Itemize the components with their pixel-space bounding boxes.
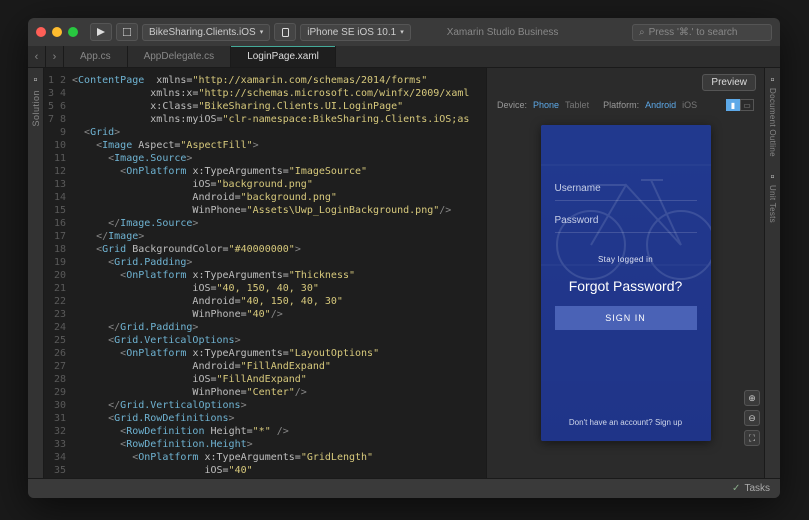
- search-icon: ⌕: [639, 27, 645, 38]
- orientation-portrait-icon[interactable]: ▮: [726, 99, 740, 111]
- zoom-in-button[interactable]: ⊕: [744, 390, 760, 406]
- edition-label: Xamarin Studio Business: [441, 27, 565, 38]
- preview-button[interactable]: Preview: [702, 74, 756, 91]
- preview-options: Device: Phone Tablet Platform: Android i…: [487, 97, 764, 117]
- stay-logged-label[interactable]: Stay logged in: [555, 255, 697, 264]
- doc-outline-icon[interactable]: ▫: [771, 74, 775, 86]
- solution-pad-icon: ▫: [34, 74, 38, 86]
- device-label: Device:: [497, 100, 527, 110]
- username-field[interactable]: Username: [555, 177, 697, 201]
- search-box[interactable]: ⌕ Press '⌘.' to search: [632, 24, 772, 41]
- titlebar: BikeSharing.Clients.iOS ▾ iPhone SE iOS …: [28, 18, 780, 46]
- window-controls: [36, 27, 78, 37]
- sign-in-button[interactable]: SIGN IN: [555, 306, 697, 330]
- statusbar: Tasks: [28, 478, 780, 498]
- file-tab-loginpage[interactable]: LoginPage.xaml: [231, 46, 336, 67]
- unit-tests-label[interactable]: Unit Tests: [768, 185, 777, 223]
- device-type-button[interactable]: [274, 23, 296, 41]
- left-rail[interactable]: ▫ Solution: [28, 68, 44, 478]
- doc-outline-label[interactable]: Document Outline: [768, 88, 777, 157]
- target-label: iPhone SE iOS 10.1: [307, 27, 396, 38]
- chevron-down-icon: ▾: [400, 28, 404, 36]
- zoom-controls: ⊕ ⊖ ⛶: [744, 390, 760, 446]
- platform-android[interactable]: Android: [645, 100, 676, 110]
- config-button[interactable]: [116, 23, 138, 41]
- code-editor[interactable]: 1 2 3 4 5 6 7 8 9 10 11 12 13 14 15 16 1…: [44, 68, 486, 478]
- file-tabbar: ‹ › App.cs AppDelegate.cs LoginPage.xaml: [28, 46, 780, 68]
- file-tab-app[interactable]: App.cs: [64, 46, 128, 67]
- project-selector[interactable]: BikeSharing.Clients.iOS ▾: [142, 24, 270, 41]
- tab-nav-left[interactable]: ‹: [28, 46, 46, 67]
- right-rail: ▫ Document Outline ▫ Unit Tests: [764, 68, 780, 478]
- solution-pad-label: Solution: [31, 90, 41, 127]
- close-icon[interactable]: [36, 27, 46, 37]
- unit-tests-icon[interactable]: ▫: [771, 171, 775, 183]
- platform-label: Platform:: [603, 100, 639, 110]
- tab-nav-right[interactable]: ›: [46, 46, 64, 67]
- run-button[interactable]: [90, 23, 112, 41]
- device-tablet[interactable]: Tablet: [565, 100, 589, 110]
- orientation-landscape-icon[interactable]: ▭: [740, 99, 754, 111]
- zoom-out-button[interactable]: ⊖: [744, 410, 760, 426]
- code-content[interactable]: <ContentPage xmlns="http://xamarin.com/s…: [72, 74, 486, 478]
- device-phone[interactable]: Phone: [533, 100, 559, 110]
- platform-ios[interactable]: iOS: [682, 100, 697, 110]
- maximize-icon[interactable]: [68, 27, 78, 37]
- zoom-fit-button[interactable]: ⛶: [744, 430, 760, 446]
- minimize-icon[interactable]: [52, 27, 62, 37]
- device-preview: Username Password Stay logged in Forgot …: [541, 125, 711, 441]
- preview-pane: Preview Device: Phone Tablet Platform: A…: [486, 68, 764, 478]
- ide-window: BikeSharing.Clients.iOS ▾ iPhone SE iOS …: [28, 18, 780, 498]
- tasks-button[interactable]: Tasks: [732, 483, 770, 494]
- chevron-down-icon: ▾: [260, 28, 264, 36]
- project-label: BikeSharing.Clients.iOS: [149, 27, 256, 38]
- password-field[interactable]: Password: [555, 209, 697, 233]
- sign-up-link[interactable]: Don't have an account? Sign up: [541, 418, 711, 427]
- line-gutter: 1 2 3 4 5 6 7 8 9 10 11 12 13 14 15 16 1…: [44, 74, 72, 478]
- preview-header: Preview: [487, 68, 764, 97]
- body: ▫ Solution 1 2 3 4 5 6 7 8 9 10 11 12 13…: [28, 68, 780, 478]
- search-placeholder: Press '⌘.' to search: [649, 27, 738, 38]
- target-selector[interactable]: iPhone SE iOS 10.1 ▾: [300, 24, 410, 41]
- forgot-password-link[interactable]: Forgot Password?: [555, 278, 697, 294]
- device-content: Username Password Stay logged in Forgot …: [541, 125, 711, 330]
- file-tab-appdelegate[interactable]: AppDelegate.cs: [128, 46, 232, 67]
